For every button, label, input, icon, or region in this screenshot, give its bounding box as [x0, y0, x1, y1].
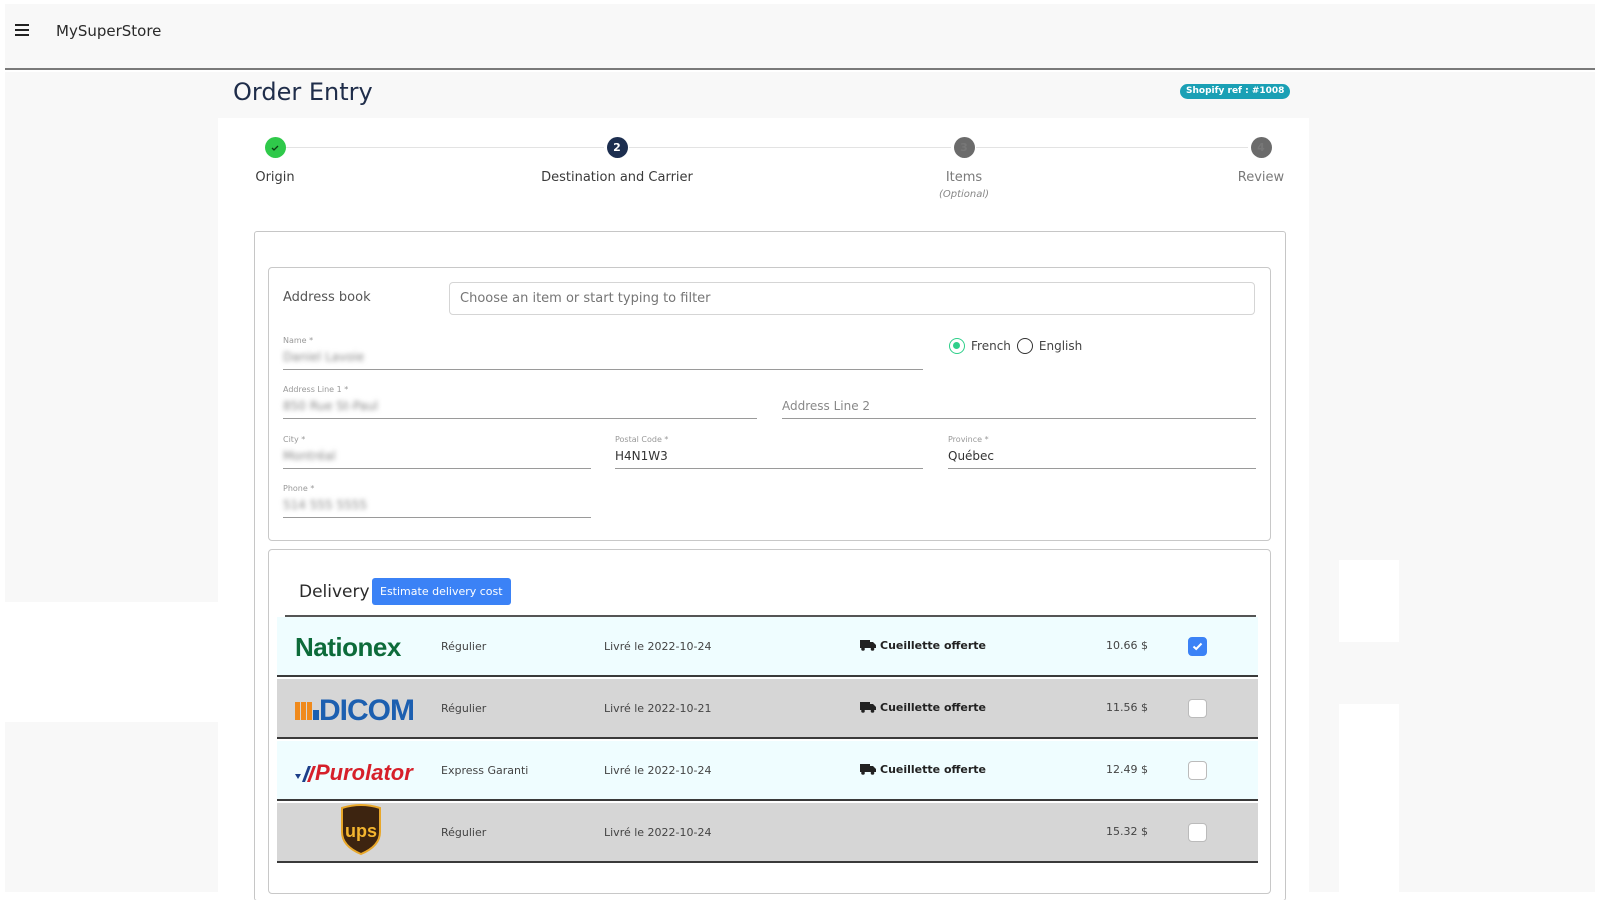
- radio-english[interactable]: [1016, 338, 1033, 354]
- postal-code-field[interactable]: Postal Code * H4N1W3: [615, 435, 923, 469]
- step-number: 4: [1250, 137, 1272, 158]
- radio-french[interactable]: [949, 338, 965, 354]
- step-label: Destination and Carrier: [541, 170, 693, 185]
- pickup-label: Cueillette offerte: [880, 639, 987, 652]
- hamburger-menu-icon[interactable]: [15, 24, 29, 36]
- pickup-offer: Cueillette offerte: [860, 639, 986, 652]
- carrier-price: 10.66 $: [1106, 639, 1148, 652]
- address-line2-placeholder: Address Line 2: [782, 399, 871, 413]
- carrier-price: 15.32 $: [1106, 825, 1148, 838]
- carrier-row-purolator[interactable]: Purolator Express Garanti Livré le 2022-…: [277, 741, 1258, 801]
- carrier-row-ups[interactable]: ups Régulier Livré le 2022-10-24 15.32 $: [277, 803, 1258, 863]
- pickup-label: Cueillette offerte: [880, 701, 987, 714]
- radio-english-label: English: [1038, 339, 1083, 353]
- carrier-eta: Livré le 2022-10-24: [604, 826, 712, 839]
- estimate-delivery-cost-button[interactable]: Estimate delivery cost: [372, 578, 511, 605]
- address-book-label: Address book: [283, 290, 371, 305]
- city-label: City *: [283, 435, 306, 444]
- step-destination-carrier[interactable]: 2 Destination and Carrier: [517, 137, 717, 185]
- province-value: Québec: [948, 449, 995, 463]
- page-title: Order Entry: [233, 78, 373, 106]
- left-background: [5, 72, 223, 892]
- carrier-row-dicom[interactable]: DICOM Régulier Livré le 2022-10-21 Cueil…: [277, 679, 1258, 739]
- postal-code-label: Postal Code *: [615, 435, 669, 444]
- step-review[interactable]: 4 Review: [1161, 137, 1361, 185]
- pickup-offer: Cueillette offerte: [860, 763, 986, 776]
- address-line1-value: 850 Rue St-Paul: [283, 399, 378, 413]
- check-icon: [1192, 642, 1203, 651]
- dicom-logo: DICOM: [295, 691, 427, 727]
- carrier-service: Régulier: [441, 702, 487, 715]
- truck-icon: [860, 702, 876, 713]
- carrier-price: 12.49 $: [1106, 763, 1148, 776]
- order-stepper: Origin 2 Destination and Carrier 3 Items…: [234, 118, 1304, 218]
- name-value: Daniel Lavoie: [283, 350, 365, 364]
- pickup-label: Cueillette offerte: [880, 763, 987, 776]
- carrier-select-checkbox[interactable]: [1188, 823, 1207, 842]
- shopify-ref-badge: Shopify ref : #1008: [1180, 84, 1291, 99]
- phone-value: 514 555 5555: [283, 498, 367, 512]
- language-radio-group: French English: [949, 338, 1088, 354]
- step-sublabel: (Optional): [938, 189, 990, 200]
- phone-field[interactable]: Phone * 514 555 5555: [283, 484, 591, 518]
- svg-text:ups: ups: [345, 821, 377, 841]
- ups-logo: ups: [295, 804, 427, 856]
- carrier-price: 11.56 $: [1106, 701, 1148, 714]
- check-icon: [264, 137, 286, 158]
- step-number: 3: [953, 137, 975, 158]
- carrier-row-nationex[interactable]: Nationex Régulier Livré le 2022-10-24 Cu…: [277, 617, 1258, 677]
- address-line1-label: Address Line 1 *: [283, 385, 349, 394]
- city-field[interactable]: City * Montréal: [283, 435, 591, 469]
- brand-name[interactable]: MySuperStore: [56, 22, 161, 40]
- address-line1-field[interactable]: Address Line 1 * 850 Rue St-Paul: [283, 385, 757, 419]
- carrier-select-checkbox[interactable]: [1188, 637, 1207, 656]
- province-label: Province *: [948, 435, 989, 444]
- carrier-eta: Livré le 2022-10-21: [604, 702, 712, 715]
- nationex-logo: Nationex: [295, 629, 427, 665]
- address-book-input[interactable]: [449, 282, 1255, 315]
- name-field[interactable]: Name * Daniel Lavoie: [283, 336, 923, 370]
- carrier-service: Régulier: [441, 640, 487, 653]
- address-line2-field[interactable]: Address Line 2: [782, 385, 1256, 419]
- step-origin[interactable]: Origin: [175, 137, 375, 185]
- carrier-eta: Livré le 2022-10-24: [604, 640, 712, 653]
- address-form: Address book Name * Daniel Lavoie French…: [268, 267, 1271, 541]
- delivery-card: Delivery Estimate delivery cost Nationex…: [268, 549, 1271, 894]
- radio-french-label: French: [971, 339, 1011, 353]
- truck-icon: [860, 640, 876, 651]
- svg-text:DICOM: DICOM: [319, 694, 414, 724]
- delivery-title: Delivery: [299, 582, 370, 602]
- name-label: Name *: [283, 336, 314, 345]
- carrier-service: Express Garanti: [441, 764, 529, 777]
- postal-code-value: H4N1W3: [615, 449, 668, 463]
- phone-label: Phone *: [283, 484, 315, 493]
- svg-text:Purolator: Purolator: [315, 760, 414, 785]
- step-label: Items: [945, 170, 983, 185]
- svg-text:Nationex: Nationex: [295, 632, 402, 662]
- step-label: Review: [1237, 170, 1285, 185]
- purolator-logo: Purolator: [295, 753, 427, 789]
- province-field[interactable]: Province * Québec: [948, 435, 1256, 469]
- city-value: Montréal: [283, 449, 336, 463]
- step-number: 2: [606, 137, 628, 158]
- truck-icon: [860, 764, 876, 775]
- carrier-service: Régulier: [441, 826, 487, 839]
- right-background: [1309, 72, 1595, 900]
- carrier-eta: Livré le 2022-10-24: [604, 764, 712, 777]
- carrier-select-checkbox[interactable]: [1188, 699, 1207, 718]
- step-items[interactable]: 3 Items (Optional): [864, 137, 1064, 200]
- carrier-select-checkbox[interactable]: [1188, 761, 1207, 780]
- step-label: Origin: [255, 170, 295, 185]
- top-app-bar: MySuperStore: [5, 4, 1595, 70]
- header-band: [218, 72, 1309, 118]
- pickup-offer: Cueillette offerte: [860, 701, 986, 714]
